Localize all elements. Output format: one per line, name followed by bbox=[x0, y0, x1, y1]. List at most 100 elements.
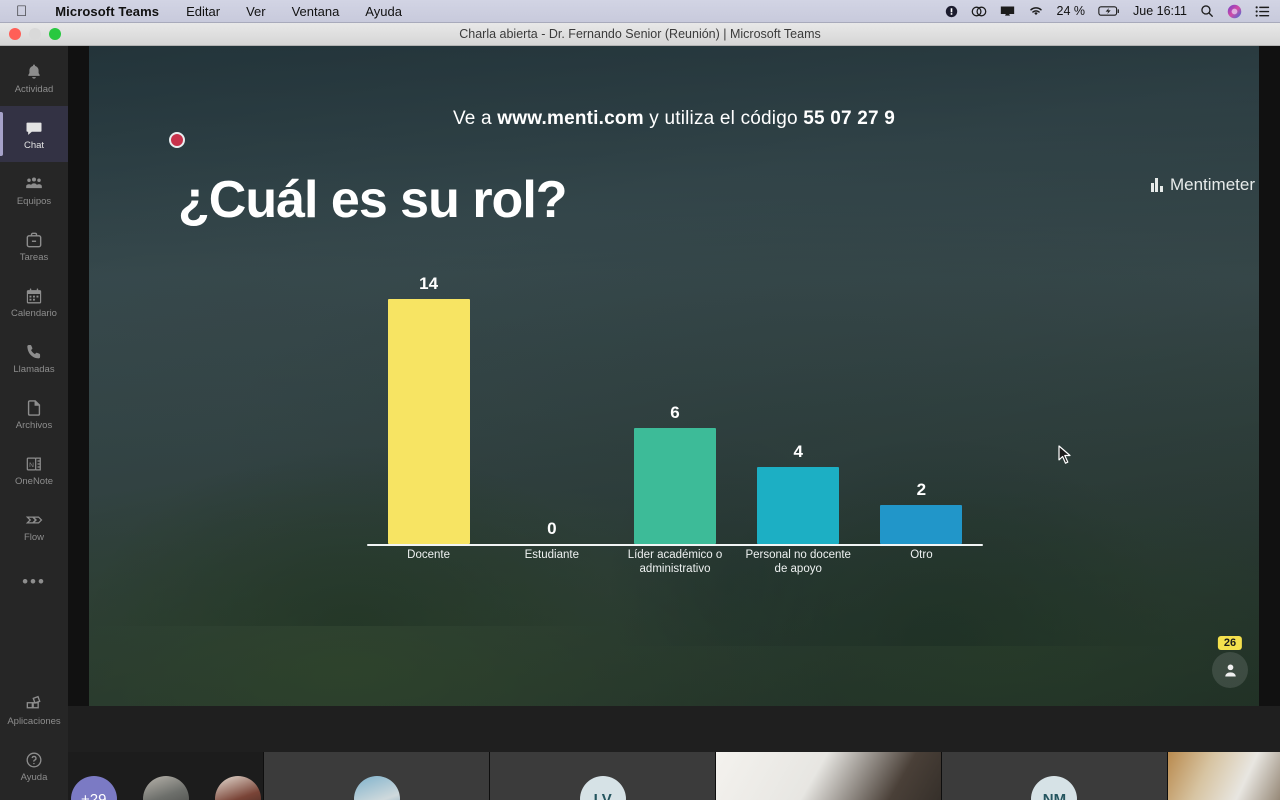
participant-tile-video-1[interactable] bbox=[715, 752, 941, 800]
participant-tile-lv[interactable]: LV bbox=[489, 752, 716, 800]
participants-filmstrip: +29 LV NM bbox=[68, 752, 1280, 800]
participants-count-label: 26 bbox=[1217, 636, 1243, 650]
dnd-icon[interactable] bbox=[945, 5, 958, 18]
participant-tile-photo[interactable] bbox=[263, 752, 490, 800]
teams-app-body: Actividad Chat Equipos Tareas Calendario… bbox=[0, 46, 1280, 800]
mentimeter-mark-icon bbox=[1150, 178, 1163, 192]
sidebar-label-aplicaciones: Aplicaciones bbox=[7, 715, 61, 727]
chart-bar-column: 4 bbox=[737, 274, 860, 544]
mentimeter-logo: Mentimeter bbox=[1150, 175, 1255, 195]
control-center-icon[interactable] bbox=[1255, 5, 1270, 18]
sidebar-bottom-items: Aplicaciones Ayuda bbox=[0, 682, 68, 800]
chart-bar bbox=[880, 505, 963, 544]
display-icon[interactable] bbox=[1000, 5, 1015, 18]
menti-instruction-middle: y utiliza el código bbox=[643, 108, 804, 129]
sidebar-item-ayuda[interactable]: Ayuda bbox=[0, 738, 68, 794]
wifi-icon[interactable] bbox=[1028, 5, 1044, 17]
chart-x-labels: Docente Estudiante Líder académico o admin… bbox=[367, 549, 983, 576]
sidebar-label-equipos: Equipos bbox=[16, 195, 52, 207]
chart-bars: 14 0 6 4 2 bbox=[367, 274, 983, 544]
mentimeter-wordmark: Mentimeter bbox=[1169, 175, 1255, 194]
sidebar-item-equipos[interactable]: Equipos bbox=[0, 162, 68, 218]
window-title: Charla abierta - Dr. Fernando Senior (Re… bbox=[459, 27, 821, 41]
bell-icon bbox=[24, 62, 44, 82]
chart-bar-value: 2 bbox=[916, 480, 927, 500]
teams-people-icon bbox=[24, 174, 44, 194]
calendar-icon bbox=[24, 286, 44, 306]
avatar bbox=[353, 776, 400, 800]
menu-item-editar[interactable]: Editar bbox=[173, 4, 233, 19]
chart-bar-column: 6 bbox=[613, 274, 736, 544]
creative-cloud-icon[interactable] bbox=[971, 5, 987, 18]
sidebar-label-flow: Flow bbox=[23, 531, 45, 543]
chart-bar-value: 0 bbox=[547, 519, 557, 538]
menti-instruction: Ve a www.menti.com y utiliza el código 5… bbox=[68, 108, 1280, 130]
app-sidebar: Actividad Chat Equipos Tareas Calendario… bbox=[0, 46, 68, 800]
participant-tile-nm[interactable]: NM bbox=[941, 752, 1167, 800]
sidebar-item-calendario[interactable]: Calendario bbox=[0, 274, 68, 330]
menu-item-ventana[interactable]: Ventana bbox=[279, 4, 353, 19]
avatar-initials-label: NM bbox=[1042, 790, 1067, 800]
sidebar-label-archivos: Archivos bbox=[15, 419, 53, 431]
overflow-count-label: +29 bbox=[80, 790, 107, 800]
sidebar-item-aplicaciones[interactable]: Aplicaciones bbox=[0, 682, 68, 738]
chart-x-axis bbox=[367, 543, 983, 546]
sidebar-label-calendario: Calendario bbox=[11, 307, 57, 319]
sidebar-item-tareas[interactable]: Tareas bbox=[0, 218, 68, 274]
help-icon bbox=[24, 750, 44, 770]
sidebar-item-flow[interactable]: Flow bbox=[0, 498, 68, 554]
sidebar-label-chat: Chat bbox=[23, 139, 45, 151]
menu-item-ayuda[interactable]: Ayuda bbox=[352, 4, 415, 19]
chart-bar bbox=[634, 428, 716, 544]
avatar: NM bbox=[1031, 776, 1078, 800]
tasks-icon bbox=[24, 230, 44, 250]
menu-item-ver[interactable]: Ver bbox=[233, 4, 279, 19]
avatar[interactable] bbox=[214, 776, 261, 800]
sidebar-label-actividad: Actividad bbox=[14, 83, 54, 95]
battery-charging-icon[interactable] bbox=[1098, 5, 1120, 17]
sidebar-item-onenote[interactable]: N OneNote bbox=[0, 442, 68, 498]
menti-url: www.menti.com bbox=[497, 108, 644, 129]
sidebar-item-chat[interactable]: Chat bbox=[0, 106, 68, 162]
recording-dot-icon bbox=[169, 132, 185, 148]
sidebar-label-ayuda: Ayuda bbox=[20, 771, 48, 783]
avatar: LV bbox=[579, 776, 626, 800]
chat-icon bbox=[24, 118, 44, 138]
menti-instruction-prefix: Ve a bbox=[452, 108, 498, 129]
onenote-icon: N bbox=[24, 454, 44, 474]
apps-icon bbox=[24, 694, 44, 714]
slide-title: ¿Cuál es su rol? bbox=[178, 171, 568, 229]
siri-icon[interactable] bbox=[1227, 4, 1242, 19]
sidebar-label-tareas: Tareas bbox=[19, 251, 49, 263]
avatar[interactable] bbox=[142, 776, 189, 800]
sidebar-item-archivos[interactable]: Archivos bbox=[0, 386, 68, 442]
sidebar-item-llamadas[interactable]: Llamadas bbox=[0, 330, 68, 386]
chart-x-label: Personal no docente de apoyo bbox=[745, 549, 851, 575]
participant-tile-video-2[interactable] bbox=[1166, 752, 1280, 800]
chart-bar-value: 4 bbox=[793, 441, 803, 461]
apple-icon[interactable]:  bbox=[0, 4, 41, 19]
files-icon bbox=[24, 398, 44, 418]
svg-text:N: N bbox=[29, 462, 34, 469]
sidebar-more-button[interactable]: ••• bbox=[0, 554, 68, 610]
clock-label[interactable]: Jue 16:11 bbox=[1133, 4, 1187, 18]
window-title-bar: Charla abierta - Dr. Fernando Senior (Re… bbox=[0, 23, 1280, 46]
menti-code: 55 07 27 9 bbox=[803, 108, 896, 129]
sidebar-more-label: ••• bbox=[22, 572, 46, 591]
menu-app-name[interactable]: Microsoft Teams bbox=[41, 4, 173, 19]
overflow-avatar[interactable]: +29 bbox=[70, 776, 117, 800]
sidebar-item-actividad[interactable]: Actividad bbox=[0, 50, 68, 106]
stage-participants-badge[interactable]: 26 bbox=[1212, 636, 1248, 688]
chart-bar-column: 14 bbox=[367, 274, 490, 544]
poll-bar-chart: 14 0 6 4 2 Docente Estudiante Líder académico … bbox=[367, 236, 983, 586]
battery-percent-label: 24 % bbox=[1056, 4, 1086, 18]
screen:  Microsoft Teams Editar Ver Ventana Ayu… bbox=[0, 0, 1280, 800]
roster-tile[interactable]: +29 bbox=[68, 752, 264, 800]
spotlight-search-icon[interactable] bbox=[1200, 4, 1214, 18]
flow-icon bbox=[24, 510, 44, 530]
chart-bar-value: 14 bbox=[419, 274, 439, 293]
chart-x-label: Estudiante bbox=[524, 549, 579, 561]
macos-menu-bar:  Microsoft Teams Editar Ver Ventana Ayu… bbox=[0, 0, 1280, 23]
chart-x-label: Docente bbox=[407, 549, 451, 561]
chart-x-label: Otro bbox=[910, 549, 933, 561]
